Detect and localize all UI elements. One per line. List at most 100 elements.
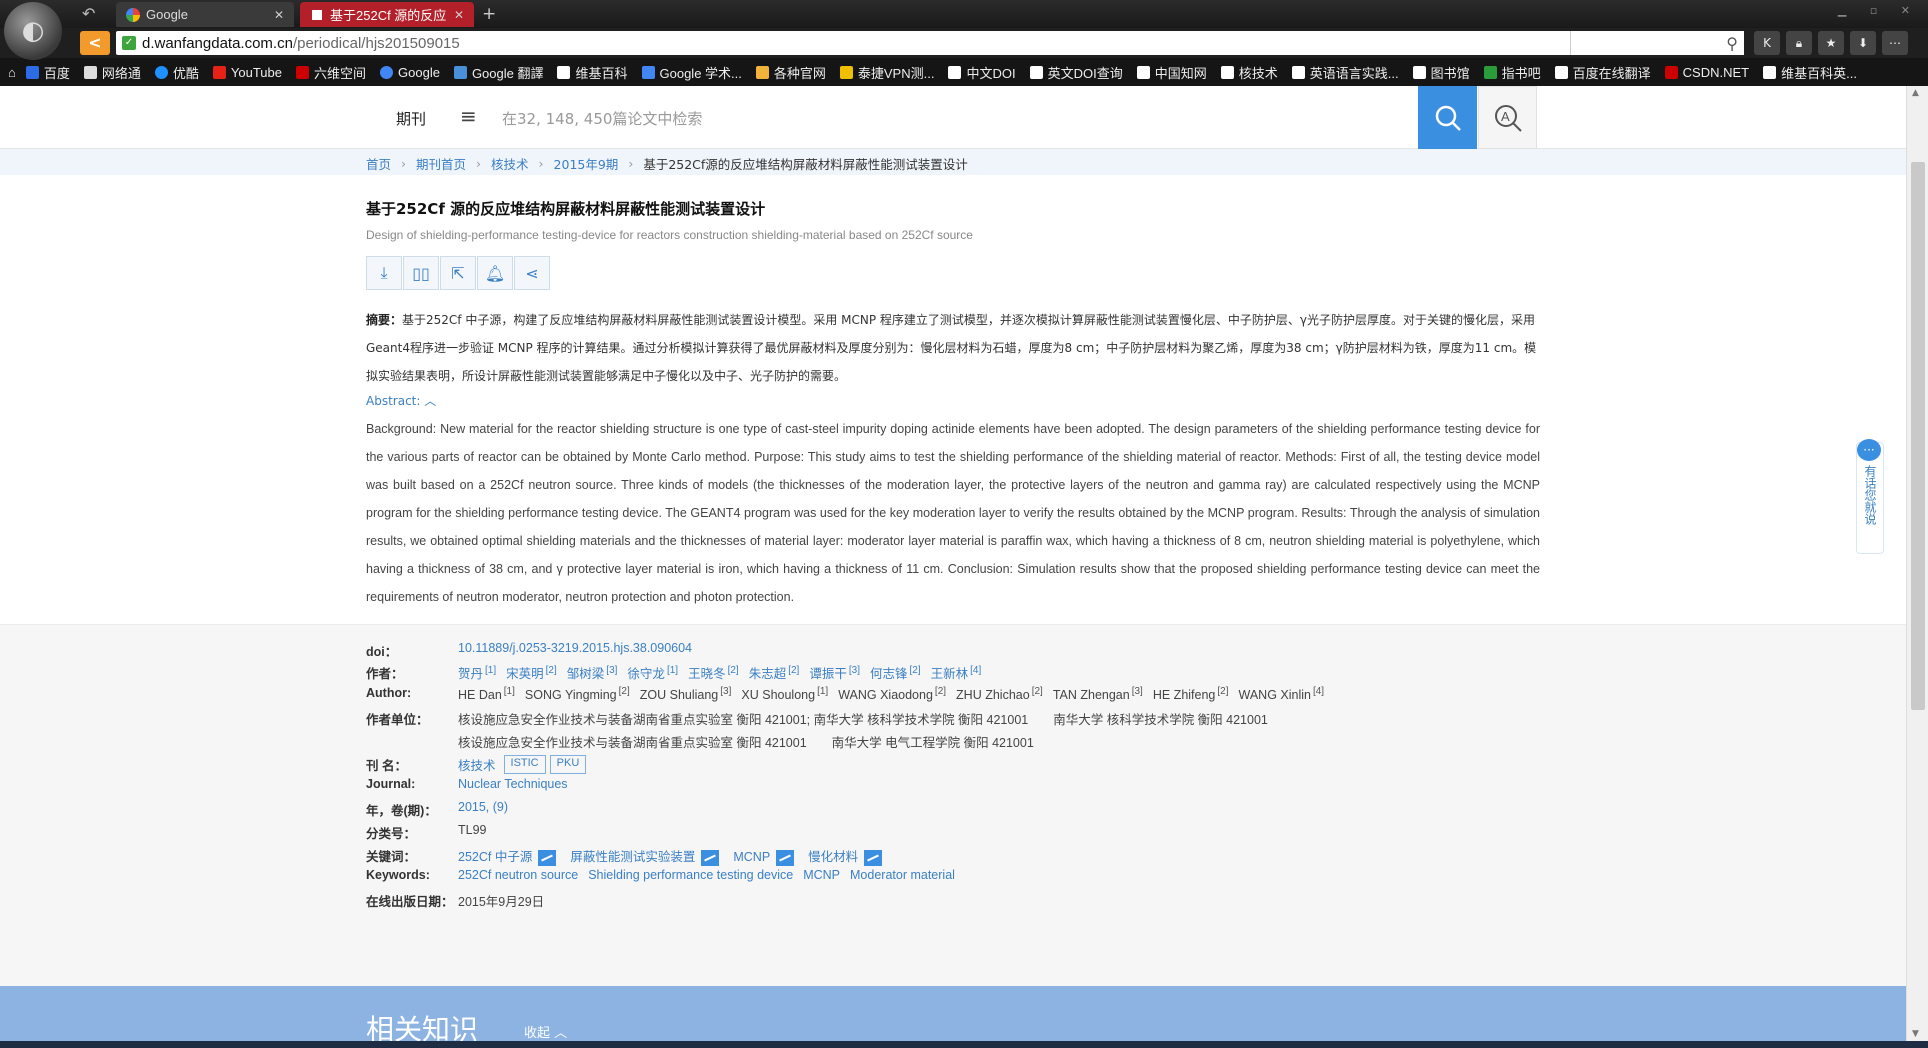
bookmark-baidu[interactable]: 百度	[25, 63, 70, 82]
author-link[interactable]: 何志锋	[870, 667, 908, 681]
author-link[interactable]: 宋英明	[506, 667, 544, 681]
url-bar[interactable]: ✓ d.wanfangdata.com.cn/periodical/hjs201…	[116, 31, 1744, 55]
author-en-name: TAN Zhengan	[1052, 688, 1130, 703]
issue-link[interactable]: 2015, (9)	[458, 800, 508, 819]
tab-close-icon[interactable]: ✕	[274, 8, 284, 22]
article-metadata: doi： 10.11889/j.0253-3219.2015.hjs.38.090…	[0, 624, 1906, 986]
author-en-name: WANG Xinlin	[1238, 688, 1311, 703]
browser-logo-icon[interactable]: ◐	[4, 2, 62, 60]
site-search-button[interactable]	[1418, 86, 1477, 149]
site-search-input[interactable]: 在32, 148, 450篇论文中检索	[502, 108, 702, 129]
menu-icon[interactable]: ⋯	[1882, 31, 1908, 55]
hamburger-menu-icon[interactable]: ≡	[460, 104, 477, 128]
bookmark-sixdimension[interactable]: 六维空间	[296, 63, 366, 82]
bookmark-youku[interactable]: 优酷	[154, 63, 199, 82]
author-link[interactable]: 朱志超	[749, 667, 787, 681]
keyword-link[interactable]: 慢化材料	[808, 850, 858, 864]
meta-affiliation: 作者单位： 核设施应急安全作业技术与装备湖南省重点实验室 衡阳 421001; 南…	[366, 709, 1268, 728]
tab-article[interactable]: 基于252Cf 源的反应 ✕	[300, 2, 474, 27]
bookmark-google-translate[interactable]: Google 翻譯	[453, 63, 543, 82]
abstract-en-toggle[interactable]: Abstract: ︿	[366, 392, 1540, 409]
bookmark-library[interactable]: 图书馆	[1412, 63, 1470, 82]
extension-k-icon[interactable]: K	[1754, 31, 1780, 55]
keyword-en-link[interactable]: Moderator material	[850, 868, 955, 882]
bookmark-wangluotong[interactable]: 网络通	[83, 63, 141, 82]
bookmark-nuclear-tech[interactable]: 核技术	[1220, 63, 1278, 82]
keyword-link[interactable]: 252Cf 中子源	[458, 850, 532, 864]
author-link[interactable]: 邹树梁	[567, 667, 605, 681]
author-ref: [2]	[618, 686, 630, 697]
tab-close-icon[interactable]: ✕	[454, 8, 464, 22]
keyword-link[interactable]: MCNP	[733, 850, 770, 864]
feedback-widget[interactable]: ··· 有话您就说	[1856, 439, 1884, 554]
trend-chart-icon[interactable]	[538, 849, 557, 866]
scrollbar-thumb[interactable]	[1911, 162, 1925, 710]
bookmark-cn-doi[interactable]: 中文DOI	[948, 63, 1016, 82]
author-ref: [1]	[485, 664, 497, 676]
author-link[interactable]: 王新林	[931, 667, 969, 681]
author-ref: [3]	[606, 664, 618, 676]
breadcrumb-issue[interactable]: 2015年9期	[554, 154, 619, 173]
read-online-icon[interactable]: ▯▯	[403, 256, 439, 290]
bookmark-baidu-translate[interactable]: 百度在线翻译	[1554, 63, 1651, 82]
doi-link[interactable]: 10.11889/j.0253-3219.2015.hjs.38.090604	[458, 641, 692, 660]
bookmark-en-doi[interactable]: 英文DOI查询	[1029, 63, 1123, 82]
bookmark-vpn[interactable]: 泰捷VPN测...	[839, 63, 934, 82]
trend-chart-icon[interactable]	[701, 849, 720, 866]
share-icon[interactable]: ⋖	[514, 256, 550, 290]
scroll-up-icon[interactable]: ▲	[1912, 88, 1919, 98]
keyword-link[interactable]: 屏蔽性能测试实验装置	[570, 850, 695, 864]
bookmark-google-scholar[interactable]: Google 学术...	[641, 63, 742, 82]
bookmark-google[interactable]: Google	[380, 65, 440, 80]
window-controls[interactable]: ▁ ▫ ✕	[1838, 4, 1920, 17]
keyword-en-link[interactable]: MCNP	[803, 868, 840, 882]
bookmark-wiki-en[interactable]: 维基百科英...	[1763, 63, 1857, 82]
export-icon[interactable]: ⇱	[440, 256, 476, 290]
bookmark-csdn[interactable]: CSDN.NET	[1664, 65, 1749, 80]
bookmark-cnki[interactable]: 中国知网	[1136, 63, 1207, 82]
istic-badge[interactable]: ISTIC	[503, 755, 546, 774]
author-link[interactable]: 贺丹	[458, 667, 483, 681]
google-favicon-icon	[126, 7, 140, 22]
scroll-down-icon[interactable]: ▼	[1912, 1029, 1919, 1039]
author-en-name: ZHU Zhichao	[956, 688, 1030, 703]
pku-badge[interactable]: PKU	[549, 755, 587, 774]
breadcrumb-journal-home[interactable]: 期刊首页	[416, 154, 466, 173]
bookmark-zhishuba[interactable]: 指书吧	[1483, 63, 1541, 82]
author-ref: [3]	[848, 664, 860, 676]
tab-label: Google	[146, 7, 188, 22]
breadcrumb-home[interactable]: 首页	[366, 154, 391, 173]
lock-icon[interactable]: 🔒︎	[1786, 31, 1812, 55]
back-button[interactable]: <	[80, 31, 110, 55]
download-icon[interactable]: ⤓	[366, 256, 402, 290]
bookmark-official-sites[interactable]: 各种官网	[755, 63, 826, 82]
keyword-en-link[interactable]: 252Cf neutron source	[458, 868, 578, 882]
trend-chart-icon[interactable]	[776, 849, 795, 866]
bookmark-english-practice[interactable]: 英语语言实践...	[1291, 63, 1399, 82]
tab-google[interactable]: Google ✕	[116, 2, 294, 27]
home-icon[interactable]: ⌂	[8, 65, 16, 80]
keyword-en-link[interactable]: Shielding performance testing device	[588, 868, 793, 882]
bookmark-youtube[interactable]: YouTube	[212, 65, 282, 80]
author-link[interactable]: 徐守龙	[627, 667, 665, 681]
search-icon[interactable]: ⚲	[1726, 34, 1738, 53]
author-link[interactable]: 王晓冬	[688, 667, 726, 681]
page-scrollbar[interactable]: ▲ ▼	[1906, 86, 1928, 1041]
author-ref: [1]	[666, 664, 679, 676]
collapse-toggle[interactable]: 收起 ︿	[524, 1022, 567, 1041]
advanced-search-button[interactable]: A	[1478, 86, 1537, 149]
journal-en-link[interactable]: Nuclear Techniques	[458, 777, 568, 791]
subscribe-bell-icon[interactable]: 🔔︎	[477, 256, 513, 290]
browser-search-box[interactable]: ⚲	[1570, 31, 1744, 55]
journal-link[interactable]: 核技术	[458, 755, 496, 774]
breadcrumb-journal[interactable]: 核技术	[491, 154, 529, 173]
trend-chart-icon[interactable]	[864, 849, 883, 866]
new-tab-icon[interactable]: +	[482, 4, 496, 24]
download-icon[interactable]: ⬇	[1850, 31, 1876, 55]
undo-close-icon[interactable]: ↶	[82, 4, 95, 23]
author-link[interactable]: 谭振干	[809, 667, 847, 681]
bookmark-wikipedia[interactable]: 维基百科	[557, 63, 628, 82]
affiliation-line-2: 核设施应急安全作业技术与装备湖南省重点实验室 衡阳 421001 南华大学 电气…	[458, 736, 1034, 750]
nav-periodical[interactable]: 期刊	[396, 108, 426, 129]
star-icon[interactable]: ★	[1818, 31, 1844, 55]
